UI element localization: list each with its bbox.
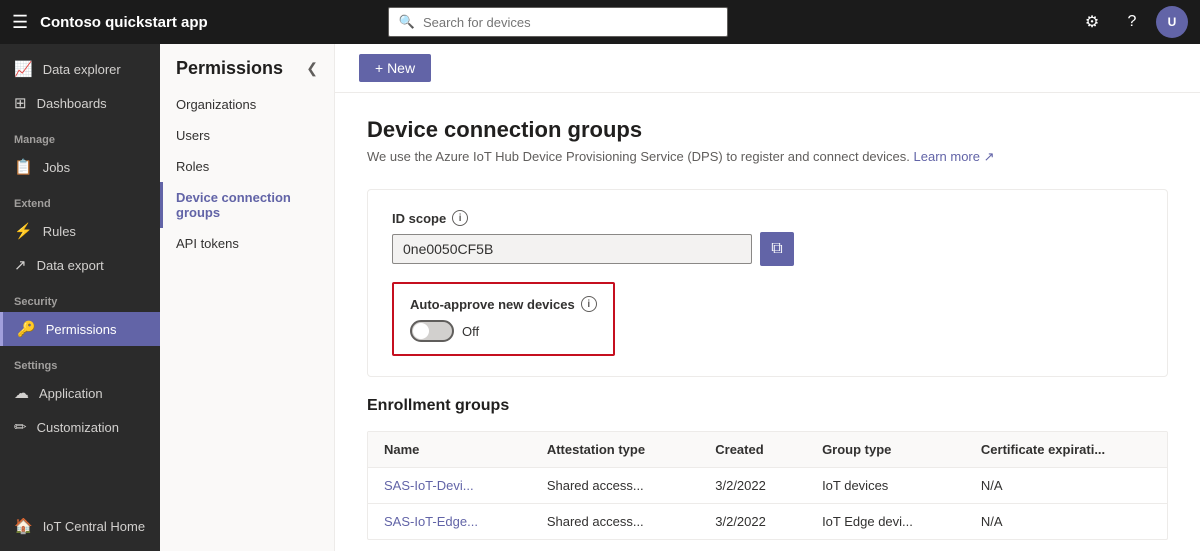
enrollment-table: Name Attestation type Created Group type… xyxy=(368,432,1167,539)
sidebar-item-application[interactable]: ☁ Application xyxy=(0,376,160,410)
page-subtitle: We use the Azure IoT Hub Device Provisio… xyxy=(367,149,1168,165)
row1-group-type: IoT devices xyxy=(806,468,965,504)
topbar: ☰ Contoso quickstart app 🔍 ⚙ ? U xyxy=(0,0,1200,44)
id-scope-card: ID scope i ⧉ Auto-approve new devices i xyxy=(367,189,1168,377)
sidebar-header: Permissions ❮ xyxy=(160,44,334,89)
row1-cert-expiry: N/A xyxy=(965,468,1167,504)
home-icon: 🏠 xyxy=(14,517,33,535)
sidebar-item-dashboards[interactable]: ⊞ Dashboards xyxy=(0,86,160,120)
id-scope-input[interactable] xyxy=(392,234,752,264)
row2-created: 3/2/2022 xyxy=(699,504,806,540)
dashboards-icon: ⊞ xyxy=(14,94,27,112)
left-nav: 📈 Data explorer ⊞ Dashboards Manage 📋 Jo… xyxy=(0,44,160,551)
section-manage: Manage xyxy=(0,120,160,150)
customization-icon: ✏ xyxy=(14,418,27,436)
permissions-icon: 🔑 xyxy=(17,320,36,338)
enrollment-table-wrapper: Name Attestation type Created Group type… xyxy=(367,431,1168,540)
app-title: Contoso quickstart app xyxy=(40,14,208,31)
col-group-type: Group type xyxy=(806,432,965,468)
table-row: SAS-IoT-Edge... Shared access... 3/2/202… xyxy=(368,504,1167,540)
id-scope-info-icon[interactable]: i xyxy=(452,210,468,226)
jobs-icon: 📋 xyxy=(14,158,33,176)
row2-cert-expiry: N/A xyxy=(965,504,1167,540)
row2-attestation: Shared access... xyxy=(531,504,699,540)
auto-approve-box: Auto-approve new devices i Off xyxy=(392,282,615,356)
auto-approve-toggle[interactable] xyxy=(410,320,454,342)
new-button[interactable]: + New xyxy=(359,54,431,82)
table-header: Name Attestation type Created Group type… xyxy=(368,432,1167,468)
section-settings: Settings xyxy=(0,346,160,376)
toggle-state-text: Off xyxy=(462,324,479,339)
topbar-icons: ⚙ ? U xyxy=(1076,6,1188,38)
main-layout: 📈 Data explorer ⊞ Dashboards Manage 📋 Jo… xyxy=(0,44,1200,551)
hamburger-icon[interactable]: ☰ xyxy=(12,12,28,33)
auto-approve-label: Auto-approve new devices i xyxy=(410,296,597,312)
sidebar-item-data-export[interactable]: ↗ Data export xyxy=(0,248,160,282)
copy-icon: ⧉ xyxy=(771,240,782,258)
search-icon: 🔍 xyxy=(399,14,415,30)
id-scope-row: ⧉ xyxy=(392,232,1143,266)
help-button[interactable]: ? xyxy=(1116,6,1148,38)
row2-name-link[interactable]: SAS-IoT-Edge... xyxy=(384,514,478,529)
row1-name-link[interactable]: SAS-IoT-Devi... xyxy=(384,478,474,493)
row2-group-type: IoT Edge devi... xyxy=(806,504,965,540)
toggle-knob xyxy=(413,323,429,339)
rules-icon: ⚡ xyxy=(14,222,33,240)
sidebar-item-rules[interactable]: ⚡ Rules xyxy=(0,214,160,248)
row1-created: 3/2/2022 xyxy=(699,468,806,504)
id-scope-label: ID scope i xyxy=(392,210,1143,226)
row1-attestation: Shared access... xyxy=(531,468,699,504)
action-bar: + New xyxy=(335,44,1200,93)
sidebar-item-roles[interactable]: Roles xyxy=(160,151,334,182)
section-extend: Extend xyxy=(0,184,160,214)
section-security: Security xyxy=(0,282,160,312)
table-body: SAS-IoT-Devi... Shared access... 3/2/202… xyxy=(368,468,1167,540)
settings-button[interactable]: ⚙ xyxy=(1076,6,1108,38)
copy-button[interactable]: ⧉ xyxy=(760,232,794,266)
main-content: Device connection groups We use the Azur… xyxy=(335,93,1200,551)
toggle-row: Off xyxy=(410,320,597,342)
sidebar-item-device-connection-groups[interactable]: Device connection groups xyxy=(160,182,334,228)
search-bar: 🔍 xyxy=(388,7,728,37)
sidebar-collapse-button[interactable]: ❮ xyxy=(306,60,318,77)
content-area: + New Device connection groups We use th… xyxy=(335,44,1200,551)
sidebar-item-customization[interactable]: ✏ Customization xyxy=(0,410,160,444)
learn-more-link[interactable]: Learn more ↗ xyxy=(914,149,995,164)
sidebar-item-permissions[interactable]: 🔑 Permissions xyxy=(0,312,160,346)
search-input[interactable] xyxy=(423,15,717,30)
col-cert-expiry: Certificate expirati... xyxy=(965,432,1167,468)
sidebar-item-api-tokens[interactable]: API tokens xyxy=(160,228,334,259)
col-attestation: Attestation type xyxy=(531,432,699,468)
sidebar-title: Permissions xyxy=(176,58,283,79)
auto-approve-info-icon[interactable]: i xyxy=(581,296,597,312)
application-icon: ☁ xyxy=(14,384,29,402)
sidebar-item-organizations[interactable]: Organizations xyxy=(160,89,334,120)
data-explorer-icon: 📈 xyxy=(14,60,33,78)
sidebar-item-users[interactable]: Users xyxy=(160,120,334,151)
sidebar-item-data-explorer[interactable]: 📈 Data explorer xyxy=(0,52,160,86)
avatar-button[interactable]: U xyxy=(1156,6,1188,38)
sidebar-item-iot-central-home[interactable]: 🏠 IoT Central Home xyxy=(0,509,160,543)
permissions-sidebar: Permissions ❮ Organizations Users Roles … xyxy=(160,44,335,551)
table-row: SAS-IoT-Devi... Shared access... 3/2/202… xyxy=(368,468,1167,504)
page-title: Device connection groups xyxy=(367,117,1168,143)
col-created: Created xyxy=(699,432,806,468)
enrollment-groups-title: Enrollment groups xyxy=(367,397,1168,415)
sidebar-item-jobs[interactable]: 📋 Jobs xyxy=(0,150,160,184)
bottom-nav: 🏠 IoT Central Home xyxy=(0,509,160,543)
enrollment-groups-section: Enrollment groups Name Attestation type … xyxy=(367,397,1168,540)
col-name: Name xyxy=(368,432,531,468)
data-export-icon: ↗ xyxy=(14,256,27,274)
